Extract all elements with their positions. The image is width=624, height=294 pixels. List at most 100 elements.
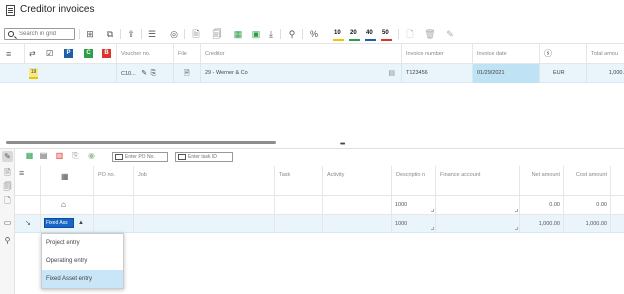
entry-menu-icon[interactable]: ≡ <box>15 166 40 196</box>
main-toolbar: ⊞ ⧉ ⇪ ☰ ◎ 🗎 🗐 ▦ ▣ ⤓ ⚲ % 10 20 40 50 🗋 🗑 … <box>0 24 624 44</box>
document-list-icon <box>6 5 15 16</box>
po-number-field[interactable] <box>112 152 169 162</box>
entry-summary-row: ⌂ 1000 0.00 0.00 <box>15 196 624 215</box>
page-size-10[interactable]: 10 <box>334 30 341 36</box>
grid-add-icon[interactable]: ▦ <box>24 150 35 161</box>
page-size-50[interactable]: 50 <box>382 30 389 36</box>
entry-cost: 1,000.00 <box>563 215 610 232</box>
entry-grid-icon[interactable]: ▦ <box>40 166 93 196</box>
summary-cost: 0.00 <box>563 196 610 214</box>
entry-type-dropdown: Project entry Operating entry Fixed Asse… <box>41 233 124 289</box>
pane-splitter[interactable]: ••• <box>0 141 624 149</box>
cell-creditor: 29 - Werner & Co ▤ <box>200 64 401 83</box>
page-size-40[interactable]: 40 <box>366 30 373 36</box>
rail-doc3-icon[interactable]: 🗋 <box>2 195 13 206</box>
col-creditor[interactable]: Creditor <box>200 44 400 64</box>
dropdown-arrow-icon[interactable]: ▲ <box>78 218 86 228</box>
cell-currency: EUR <box>539 64 586 83</box>
col-total[interactable]: Total amou <box>586 44 624 64</box>
po-number-input[interactable] <box>125 153 169 161</box>
approve-disabled-icon: ◉ <box>88 151 95 160</box>
export-icon[interactable]: ⇪ <box>125 28 137 40</box>
splitter-handle-icon[interactable]: ••• <box>340 141 345 148</box>
rail-doc-icon[interactable]: 🗎 <box>2 167 13 178</box>
col-net-amount[interactable]: Net amount <box>519 166 563 196</box>
option-fixed-asset-entry[interactable]: Fixed Asset entry <box>42 270 123 288</box>
transfer-icon[interactable]: ⇄ <box>24 44 44 64</box>
export-excel-icon[interactable]: ▣ <box>250 28 262 40</box>
col-voucher[interactable]: Voucher no. <box>116 44 171 64</box>
grid-search-box[interactable] <box>4 28 75 40</box>
link-icon[interactable]: ⎘ <box>151 70 157 77</box>
edit-icon[interactable]: ✎ <box>141 70 147 77</box>
rail-doc2-icon[interactable]: 🗐 <box>2 181 13 192</box>
page-size-20[interactable]: 20 <box>350 30 357 36</box>
entry-type-input[interactable] <box>46 219 73 227</box>
col-extra <box>610 166 624 196</box>
col-description[interactable]: Descriptio n <box>391 166 435 196</box>
row-expand-icon[interactable]: ↘ <box>15 215 40 232</box>
left-rail: ✎ 🗎 🗐 🗋 ▭ ⚲ <box>0 149 15 294</box>
copy-disabled-icon: ⎘ <box>72 151 79 160</box>
voucher-icon[interactable]: 🗎 <box>190 28 202 40</box>
col-invoice-date[interactable]: Invoice date <box>472 44 538 64</box>
voucher-value: C10... <box>121 71 136 77</box>
copy-icon[interactable]: ⧉ <box>104 28 116 40</box>
currency-icon[interactable]: ⓢ <box>539 44 585 64</box>
percent-icon[interactable]: % <box>308 28 320 40</box>
entry-finance-account[interactable] <box>435 215 519 232</box>
row-number-badge: 19 <box>29 68 38 79</box>
checked-icon[interactable]: ☑ <box>46 44 56 64</box>
entry-net: 1,000.00 <box>519 215 563 232</box>
entry-type-select[interactable] <box>44 218 74 228</box>
user-search-icon[interactable]: ⚲ <box>286 28 298 40</box>
grid-remove-icon[interactable]: ▥ <box>54 150 65 161</box>
window-title: Creditor invoices <box>20 4 95 15</box>
summary-net: 0.00 <box>519 196 563 214</box>
document-disabled-icon: 🗋 <box>406 29 414 39</box>
task-id-input[interactable] <box>188 153 232 161</box>
filter-icon[interactable]: ⊞ <box>84 28 96 40</box>
flag-c[interactable]: C <box>84 49 93 58</box>
creditor-value: 29 - Werner & Co <box>205 70 248 76</box>
cell-voucher: C10... ✎ ⎘ <box>116 64 173 83</box>
col-activity[interactable]: Activity <box>322 166 391 196</box>
cell-total: 1,000. <box>586 64 624 83</box>
approve-icon[interactable]: ◎ <box>168 28 180 40</box>
home-icon[interactable]: ⌂ <box>40 196 93 214</box>
download-icon[interactable]: ⤓ <box>265 28 277 40</box>
entry-row[interactable]: ↘ 1000 1,000.00 1,000.00 <box>15 215 624 233</box>
title-bar: Creditor invoices <box>0 0 624 22</box>
task-id-field[interactable] <box>175 152 233 162</box>
option-project-entry[interactable]: Project entry <box>42 234 123 252</box>
col-task[interactable]: Task <box>274 166 322 196</box>
file-icon[interactable]: 🗎 <box>173 64 200 83</box>
batch-icon[interactable]: 🗐 <box>211 28 223 40</box>
rail-search-icon[interactable]: ⚲ <box>2 235 13 246</box>
col-po[interactable]: PO no. <box>93 166 133 196</box>
cell-invoice-number: T123456 <box>401 64 472 83</box>
summary-description[interactable]: 1000 <box>391 196 435 214</box>
col-job[interactable]: Job <box>133 166 274 196</box>
invoice-row[interactable]: 19 C10... ✎ ⎘ 🗎 29 - Werner & Co ▤ T1234… <box>0 64 624 83</box>
po-icon <box>115 154 123 160</box>
col-file[interactable]: File <box>173 44 199 64</box>
list-filter-icon[interactable]: ☰ <box>146 28 158 40</box>
col-finance-account[interactable]: Finance account <box>435 166 519 196</box>
excel-icon[interactable]: ▦ <box>232 28 244 40</box>
grid-search-input[interactable] <box>19 30 73 38</box>
menu-icon[interactable]: ≡ <box>6 44 16 64</box>
flag-p[interactable]: P <box>64 49 73 58</box>
search-icon <box>8 31 14 37</box>
rail-comment-icon[interactable]: ▭ <box>2 217 13 228</box>
col-cost-amount[interactable]: Cost amount <box>563 166 610 196</box>
rail-pencil-icon[interactable]: ✎ <box>2 151 13 162</box>
grid-split-icon[interactable]: ▤ <box>38 150 49 161</box>
flag-b[interactable]: B <box>102 49 111 58</box>
entry-description[interactable]: 1000 <box>391 215 435 232</box>
option-operating-entry[interactable]: Operating entry <box>42 252 123 270</box>
col-invoice-number[interactable]: Invoice number <box>401 44 471 64</box>
creditor-card-icon[interactable]: ▤ <box>388 64 395 83</box>
cell-invoice-date[interactable]: 01/29/2021 <box>472 64 539 83</box>
invoice-grid-header: ≡ ⇄ ☑ P C B Voucher no. File Creditor In… <box>0 44 624 64</box>
